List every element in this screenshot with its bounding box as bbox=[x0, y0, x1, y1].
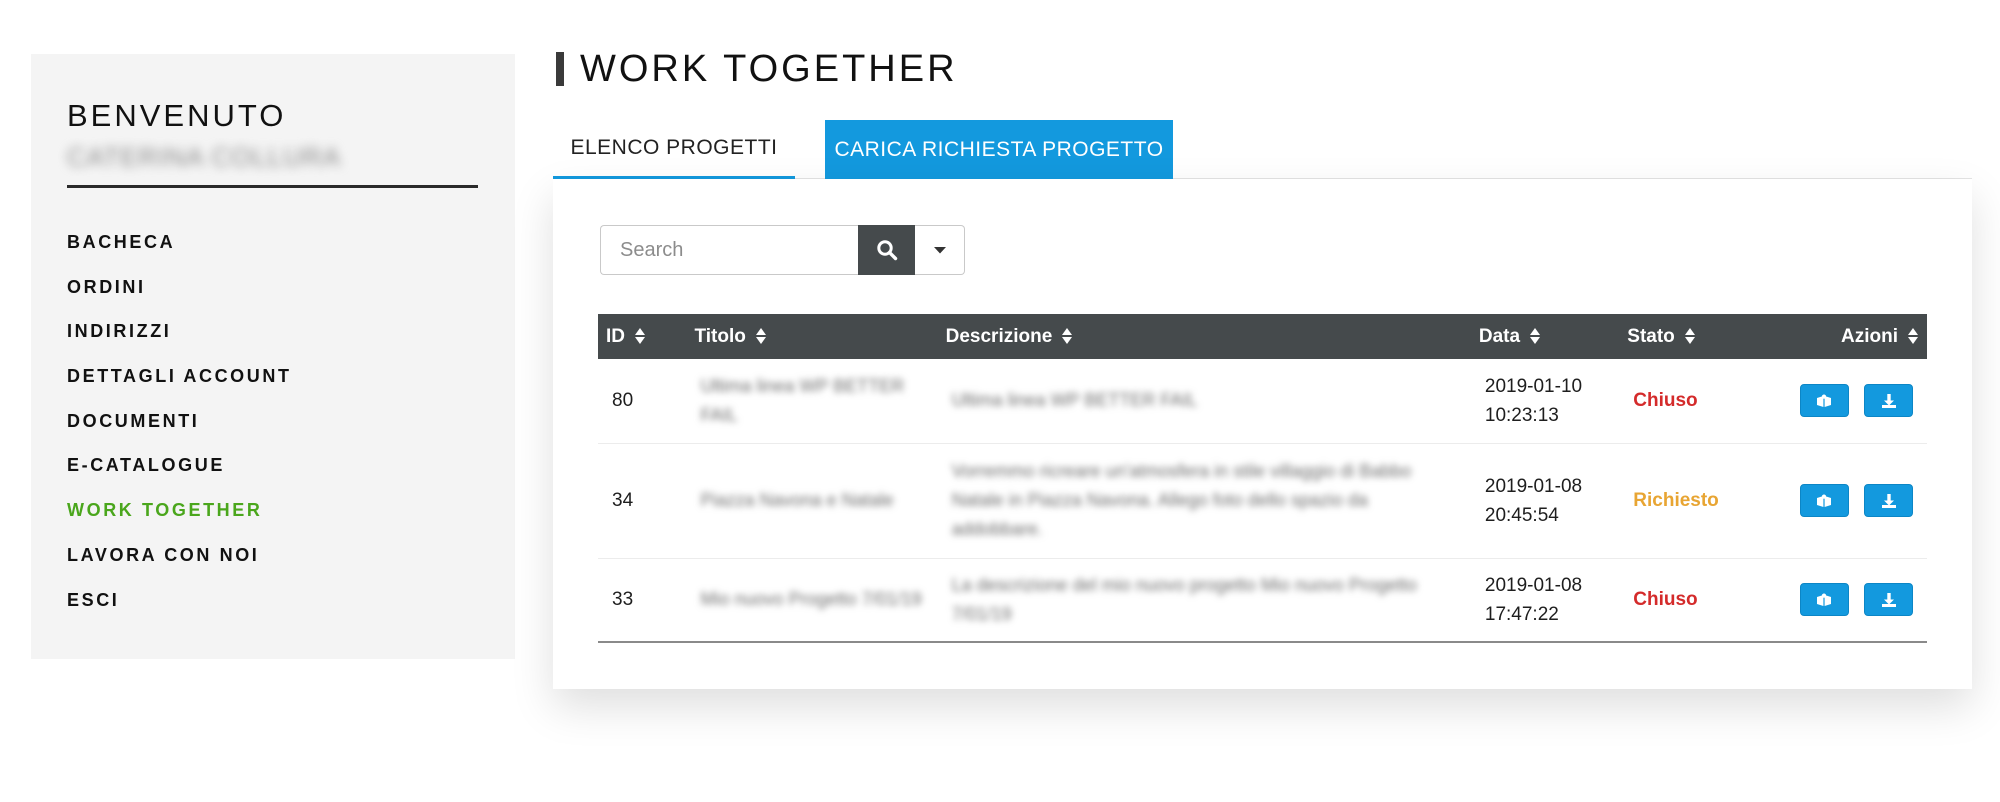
page-title: WORK TOGETHER bbox=[556, 47, 958, 90]
download-icon bbox=[1881, 393, 1896, 408]
sidebar-item-lavora-con-noi[interactable]: LAVORA CON NOI bbox=[67, 545, 292, 590]
sidebar-item-ordini[interactable]: ORDINI bbox=[67, 277, 292, 322]
projects-panel: ID Titolo Descrizione Data Stato Azioni … bbox=[553, 179, 1972, 689]
sort-icon bbox=[1684, 327, 1696, 345]
tab-carica-richiesta-progetto[interactable]: CARICA RICHIESTA PROGETTO bbox=[825, 120, 1173, 179]
view-book-icon bbox=[1817, 593, 1832, 606]
search-options-dropdown[interactable] bbox=[915, 225, 965, 275]
column-header-stato[interactable]: Stato bbox=[1619, 314, 1775, 359]
column-header-id[interactable]: ID bbox=[598, 314, 687, 359]
sort-icon bbox=[635, 327, 646, 345]
cell-descrizione: La descrizione del mio nuovo progetto Mi… bbox=[951, 574, 1417, 624]
projects-table: ID Titolo Descrizione Data Stato Azioni … bbox=[598, 314, 1927, 643]
cell-azioni bbox=[1776, 558, 1927, 642]
caret-down-icon bbox=[933, 247, 946, 254]
cell-azioni bbox=[1776, 443, 1927, 558]
status-badge: Chiuso bbox=[1633, 589, 1698, 611]
sort-icon bbox=[1530, 327, 1541, 345]
sort-icon bbox=[755, 327, 767, 345]
cell-id: 80 bbox=[612, 390, 634, 412]
view-project-button[interactable] bbox=[1799, 384, 1849, 418]
download-icon bbox=[1881, 592, 1896, 607]
status-badge: Richiesto bbox=[1633, 490, 1719, 511]
table-row: 34 Piazza Navona e Natale Vorremmo ricre… bbox=[598, 443, 1927, 558]
sort-icon bbox=[1908, 327, 1919, 345]
account-menu: BACHECA ORDINI INDIRIZZI DETTAGLI ACCOUN… bbox=[67, 232, 292, 634]
download-button[interactable] bbox=[1864, 384, 1913, 418]
search-button[interactable] bbox=[858, 225, 915, 275]
sidebar-item-indirizzi[interactable]: INDIRIZZI bbox=[67, 321, 292, 366]
cell-id: 33 bbox=[612, 589, 634, 611]
view-book-icon bbox=[1817, 494, 1832, 507]
cell-data: 2019-01-08 20:45:54 bbox=[1484, 475, 1583, 526]
table-row: 80 Ultima linea WP BETTER FAIL Ultima li… bbox=[598, 359, 1927, 443]
view-project-button[interactable] bbox=[1799, 484, 1849, 517]
cell-descrizione: Ultima linea WP BETTER FAIL bbox=[951, 390, 1198, 411]
cell-descrizione: Vorremmo ricreare un'atmosfera in stile … bbox=[951, 461, 1412, 539]
download-button[interactable] bbox=[1864, 583, 1913, 617]
sort-icon bbox=[1062, 327, 1073, 345]
tab-elenco-progetti[interactable]: ELENCO PROGETTI bbox=[553, 120, 795, 179]
table-row: 33 Mio nuovo Progetto 7/01/19 La descriz… bbox=[598, 558, 1927, 642]
cell-data: 2019-01-08 17:47:22 bbox=[1484, 574, 1583, 625]
search-group bbox=[600, 225, 965, 275]
page-title-text: WORK TOGETHER bbox=[580, 47, 958, 90]
column-header-descrizione[interactable]: Descrizione bbox=[938, 314, 1471, 359]
cell-data: 2019-01-10 10:23:13 bbox=[1484, 375, 1583, 426]
view-book-icon bbox=[1817, 394, 1832, 407]
column-header-azioni[interactable]: Azioni bbox=[1776, 314, 1927, 359]
table-header-row: ID Titolo Descrizione Data Stato Azioni bbox=[598, 314, 1927, 359]
download-icon bbox=[1881, 493, 1896, 508]
sidebar-item-work-together[interactable]: WORK TOGETHER bbox=[67, 500, 292, 545]
column-header-titolo[interactable]: Titolo bbox=[687, 314, 938, 359]
title-accent-bar bbox=[556, 52, 564, 86]
project-tabs: ELENCO PROGETTI CARICA RICHIESTA PROGETT… bbox=[553, 120, 1972, 179]
search-input[interactable] bbox=[600, 225, 858, 275]
cell-titolo: Mio nuovo Progetto 7/01/19 bbox=[700, 589, 922, 610]
cell-titolo: Ultima linea WP BETTER FAIL bbox=[700, 375, 905, 425]
download-button[interactable] bbox=[1864, 484, 1913, 517]
view-project-button[interactable] bbox=[1799, 583, 1849, 617]
welcome-heading: BENVENUTO bbox=[67, 98, 287, 133]
search-icon bbox=[876, 240, 897, 261]
sidebar-item-dettagli-account[interactable]: DETTAGLI ACCOUNT bbox=[67, 366, 292, 411]
sidebar-item-e-catalogue[interactable]: E-CATALOGUE bbox=[67, 455, 292, 500]
column-header-data[interactable]: Data bbox=[1471, 314, 1619, 359]
cell-id: 34 bbox=[612, 490, 634, 511]
user-name: CATERINA COLLURA bbox=[67, 142, 342, 172]
cell-titolo: Piazza Navona e Natale bbox=[700, 490, 894, 510]
status-badge: Chiuso bbox=[1633, 390, 1698, 412]
sidebar-divider bbox=[67, 185, 478, 188]
sidebar-item-bacheca[interactable]: BACHECA bbox=[67, 232, 292, 277]
sidebar-item-documenti[interactable]: DOCUMENTI bbox=[67, 411, 292, 456]
cell-azioni bbox=[1776, 359, 1927, 443]
sidebar-item-esci[interactable]: ESCI bbox=[67, 590, 292, 635]
account-sidebar: BENVENUTO CATERINA COLLURA BACHECA ORDIN… bbox=[31, 54, 515, 659]
